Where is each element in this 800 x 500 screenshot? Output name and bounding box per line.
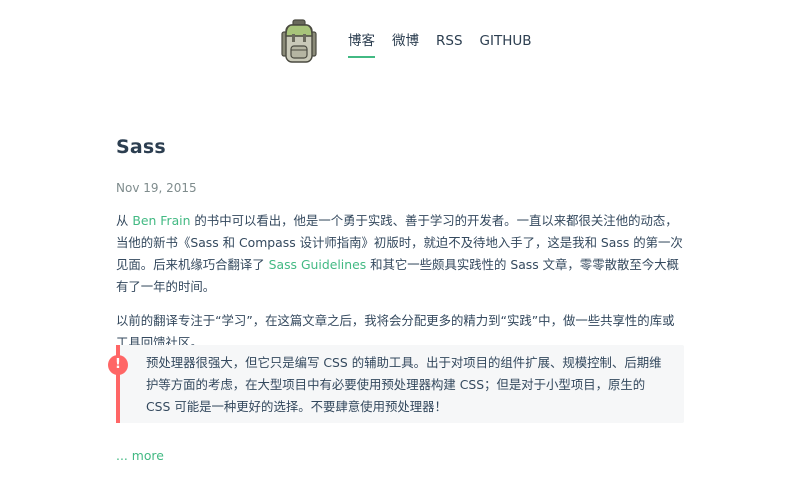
paragraph-text: 从	[116, 213, 133, 228]
post-title[interactable]: Sass	[116, 132, 686, 162]
exclamation-icon: !	[108, 355, 128, 375]
nav-github[interactable]: GITHUB	[480, 30, 532, 56]
backpack-icon[interactable]	[280, 18, 318, 66]
post-paragraph-1: 从 Ben Frain 的书中可以看出，他是一个勇于实践、善于学习的开发者。一直…	[116, 210, 686, 298]
tip-callout: ! 预处理器很强大，但它只是编写 CSS 的辅助工具。出于对项目的组件扩展、规模…	[108, 345, 684, 423]
tip-text: 预处理器很强大，但它只是编写 CSS 的辅助工具。出于对项目的组件扩展、规模控制…	[146, 355, 662, 414]
site-header: 博客 微博 RSS GITHUB	[0, 0, 800, 86]
link-sass-guidelines[interactable]: Sass Guidelines	[269, 257, 367, 272]
main-nav: 博客 微博 RSS GITHUB	[348, 30, 549, 58]
link-ben-frain[interactable]: Ben Frain	[132, 213, 190, 228]
post: Sass Nov 19, 2015 从 Ben Frain 的书中可以看出，他是…	[116, 132, 686, 367]
nav-blog[interactable]: 博客	[348, 30, 375, 58]
nav-weibo[interactable]: 微博	[392, 30, 419, 56]
post-date: Nov 19, 2015	[116, 181, 197, 195]
read-more-link[interactable]: ... more	[116, 448, 164, 463]
nav-rss[interactable]: RSS	[436, 30, 463, 56]
